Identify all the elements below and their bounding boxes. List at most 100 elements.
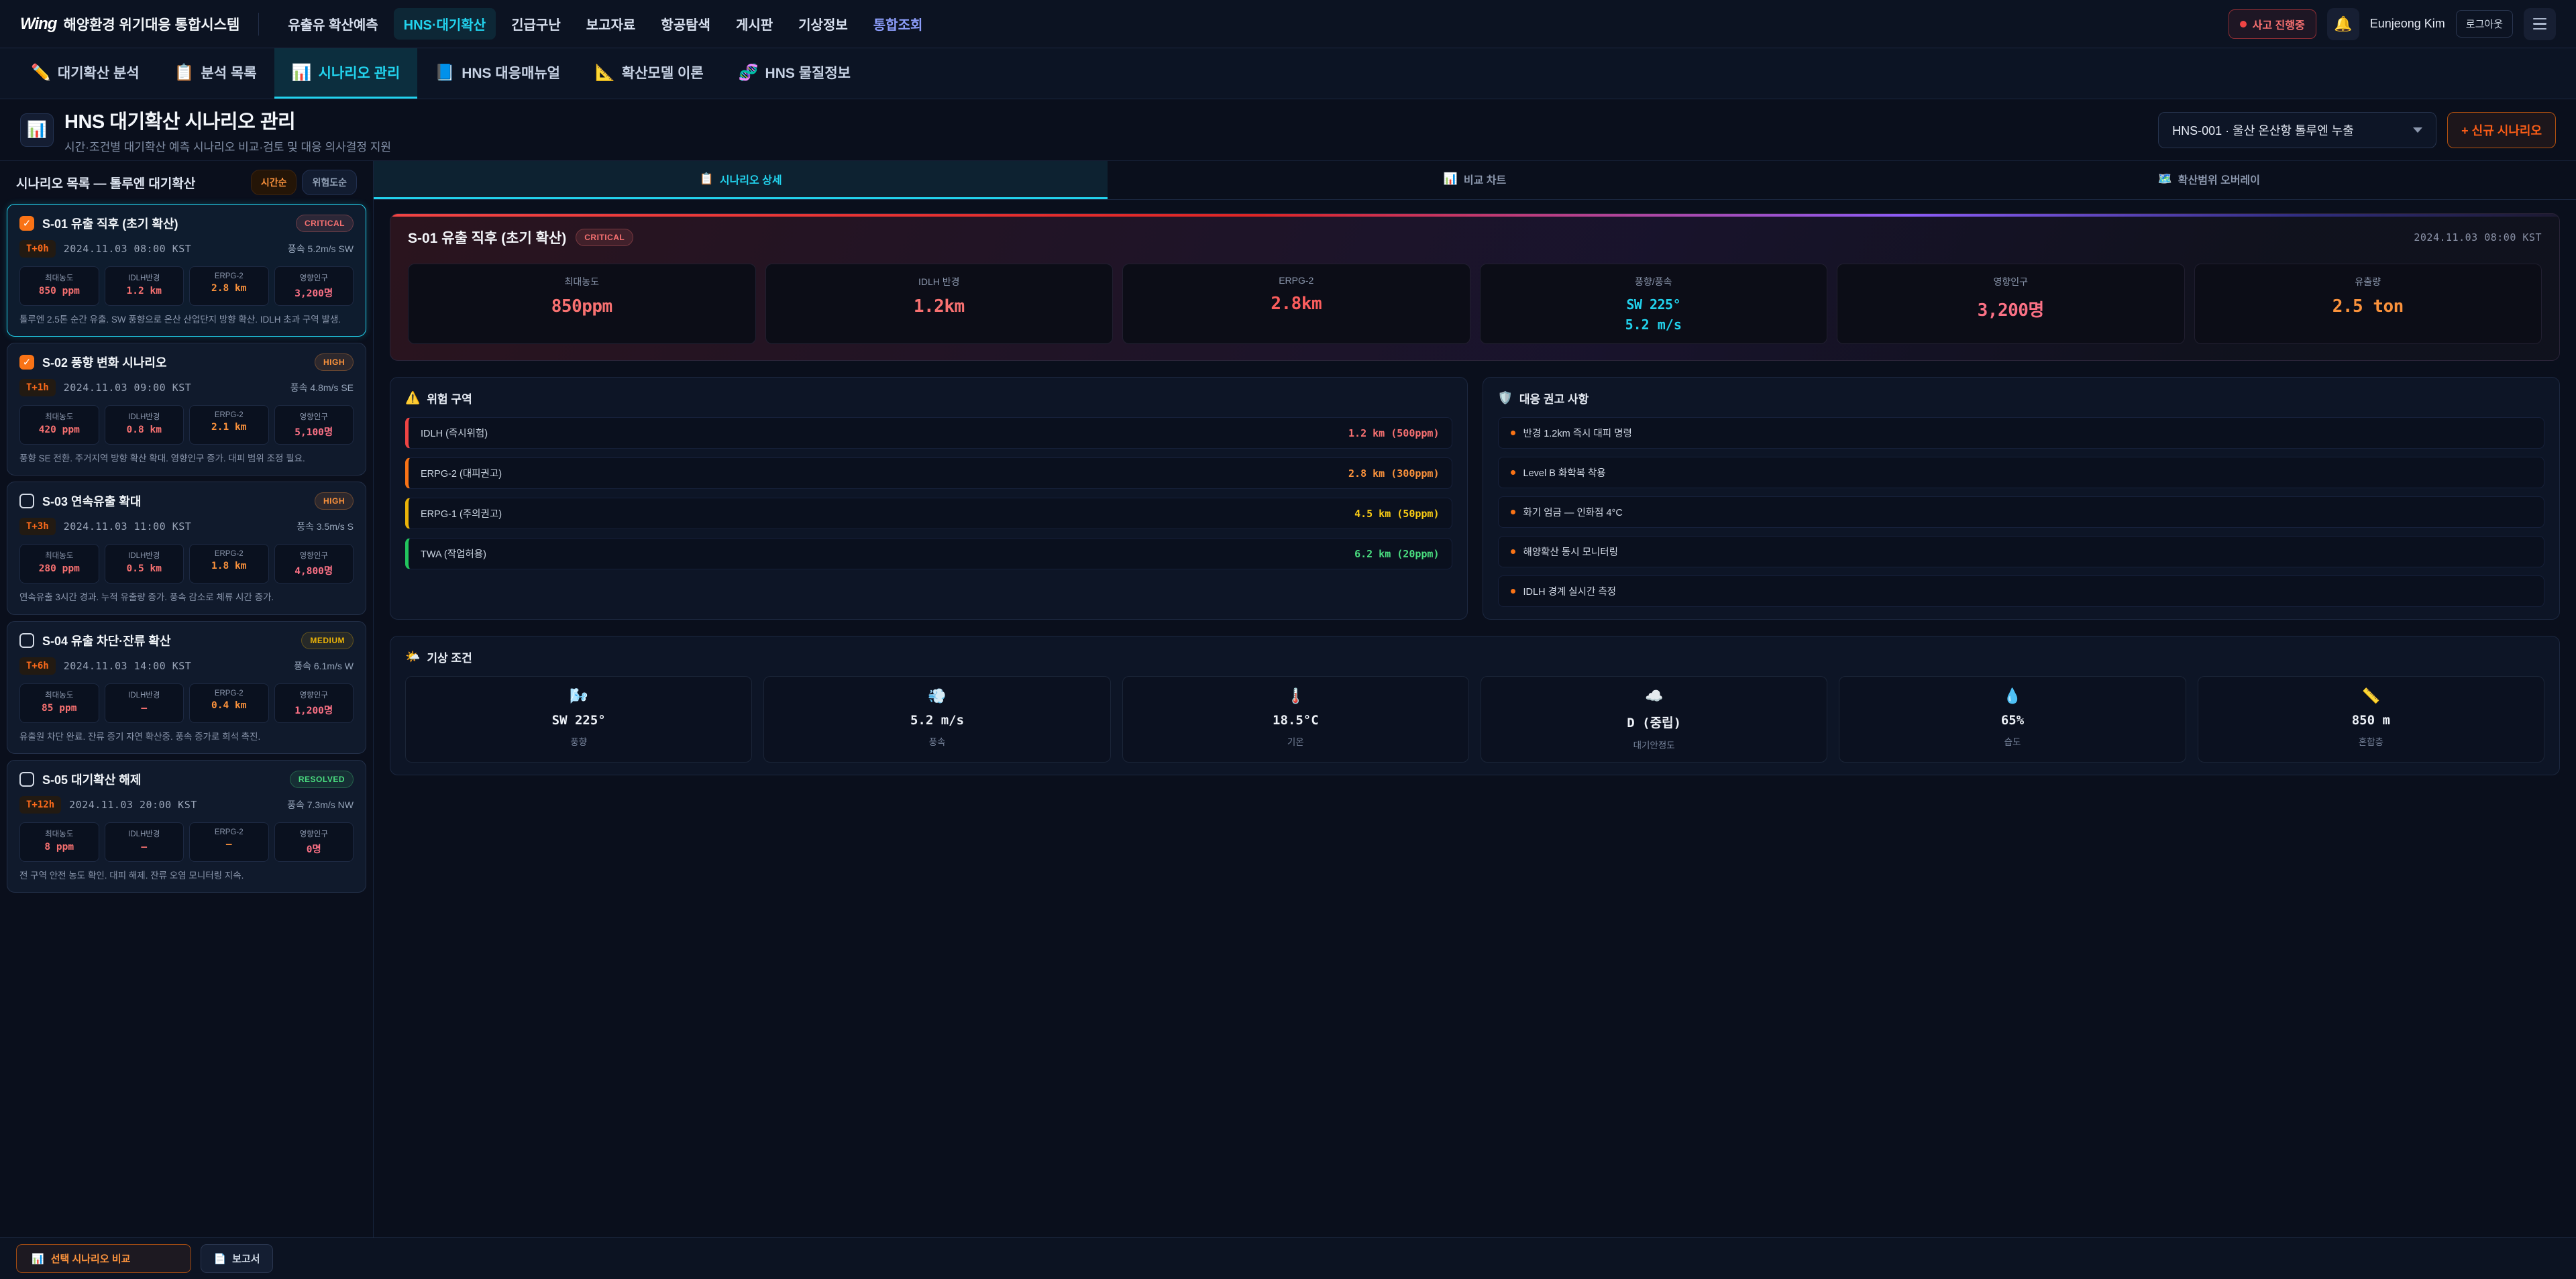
tile-value: 2.8km [1130,294,1463,314]
nav-item-weather[interactable]: 기상정보 [788,8,858,40]
stat-max-concentration: 최대농도 8 ppm [19,822,99,862]
menu-button[interactable] [2524,8,2556,40]
scenario-timestamp: 2024.11.03 09:00 KST [64,382,192,394]
stat-erpg2: ERPG-2 1.8 km [189,544,269,583]
nav-item-reports[interactable]: 보고자료 [576,8,646,40]
detail-stat-tiles: 최대농도 850ppm IDLH 반경 1.2km ERPG-2 2.8km [390,254,2559,360]
tab-label: 확산범위 오버레이 [2178,171,2260,187]
nav-item-oil-spill[interactable]: 유출유 확산예측 [278,8,388,40]
tile-label: 풍향/풍속 [1487,275,1821,288]
recommendation-text: 반경 1.2km 즉시 대피 명령 [1523,426,1632,440]
stat-value: – [193,839,266,850]
scenario-card-s01[interactable]: S-01 유출 직후 (초기 확산) CRITICAL T+0h 2024.11… [7,204,366,337]
tile-label: 유출량 [2202,275,2535,288]
notifications-button[interactable]: 🔔 [2327,8,2359,40]
stat-erpg2: ERPG-2 0.4 km [189,683,269,723]
sort-by-time-button[interactable]: 시간순 [251,170,297,195]
stat-value: 1,200명 [278,703,351,717]
nav-item-aerial-search[interactable]: 항공탐색 [651,8,720,40]
report-button[interactable]: 📄 보고서 [201,1244,272,1273]
subtab-model-theory[interactable]: 📐 확산모델 이론 [578,48,721,99]
incident-dot-icon [2240,21,2247,27]
stat-label: IDLH반경 [108,272,181,283]
stat-idlh-radius: IDLH반경 0.8 km [105,405,184,445]
logout-button[interactable]: 로그아웃 [2456,10,2513,38]
nav-item-board[interactable]: 게시판 [726,8,783,40]
scenario-card-s02[interactable]: S-02 풍향 변화 시나리오 HIGH T+1h 2024.11.03 09:… [7,343,366,476]
danger-zones-panel: ⚠️ 위험 구역 IDLH (즉시위험) 1.2 km (500ppm) ERP… [390,377,1468,620]
scenario-checkbox[interactable] [19,772,34,787]
stat-label: 영향인구 [278,411,351,422]
shield-icon: 🛡️ [1498,391,1513,405]
tab-scenario-detail[interactable]: 📋 시나리오 상세 [374,161,1108,199]
sidebar-title: 시나리오 목록 — 톨루엔 대기확산 [16,174,246,192]
nav-item-rescue[interactable]: 긴급구난 [501,8,571,40]
stat-value: 5,100명 [278,425,351,439]
subtab-dispersion-analysis[interactable]: ✏️ 대기확산 분석 [13,48,157,99]
warning-icon: ⚠️ [405,391,420,405]
stat-value: 2.1 km [193,422,266,433]
tab-comparison-chart[interactable]: 📊 비교 차트 [1108,161,1841,199]
scenario-checkbox[interactable] [19,216,34,231]
scenario-card-s03[interactable]: S-03 연속유출 확대 HIGH T+3h 2024.11.03 11:00 … [7,482,366,614]
severity-badge: CRITICAL [576,229,633,246]
scenario-checkbox[interactable] [19,633,34,648]
stat-label: ERPG-2 [193,411,266,419]
bar-chart-icon: 📊 [1444,172,1458,186]
incident-status-badge: 사고 진행중 [2229,9,2316,39]
weather-panel: 🌤️ 기상 조건 🌬️ SW 225° 풍향 💨 5.2 m/s 풍속 [390,636,2560,775]
stat-affected-population: 영향인구 1,200명 [274,683,354,723]
recommendations-panel: 🛡️ 대응 권고 사항 반경 1.2km 즉시 대피 명령 Level B 화학… [1483,377,2561,620]
detail-tabs: 📋 시나리오 상세 📊 비교 차트 🗺️ 확산범위 오버레이 [374,161,2576,200]
detail-content: S-01 유출 직후 (초기 확산) CRITICAL 2024.11.03 0… [374,200,2576,1237]
tab-dispersion-overlay[interactable]: 🗺️ 확산범위 오버레이 [1842,161,2576,199]
scenario-description: 연속유출 3시간 경과. 누적 유출량 증가. 풍속 감소로 체류 시간 증가. [19,592,354,604]
time-offset-badge: T+6h [19,657,56,675]
scenario-card-s04[interactable]: S-04 유출 차단·잔류 확산 MEDIUM T+6h 2024.11.03 … [7,621,366,754]
sort-by-risk-button[interactable]: 위험도순 [302,170,357,195]
wind-info: 풍속 7.3m/s NW [287,798,354,812]
stat-value: 850 ppm [23,286,96,296]
brand-name: 해양환경 위기대응 통합시스템 [63,14,239,34]
stat-label: IDLH반경 [108,828,181,839]
tile-label: IDLH 반경 [773,275,1106,288]
nav-item-integrated-search[interactable]: 통합조회 [863,8,933,40]
weather-card-wind-direction: 🌬️ SW 225° 풍향 [405,676,752,763]
severity-badge: HIGH [315,353,354,371]
subtab-label: HNS 대응매뉴얼 [462,62,560,82]
stat-idlh-radius: IDLH반경 1.2 km [105,266,184,306]
scenario-checkbox[interactable] [19,355,34,370]
new-scenario-button[interactable]: + 신규 시나리오 [2447,112,2556,148]
compare-scenarios-button[interactable]: 📊 선택 시나리오 비교 [16,1244,191,1273]
severity-badge: RESOLVED [290,771,354,788]
stat-value: 280 ppm [23,563,96,574]
scenario-card-s05[interactable]: S-05 대기확산 해제 RESOLVED T+12h 2024.11.03 2… [7,760,366,893]
weather-card-humidity: 💧 65% 습도 [1839,676,2186,763]
cloud-icon: ☁️ [1487,687,1821,705]
wind-gust-icon: 💨 [769,687,1104,705]
subtab-hns-manual[interactable]: 📘 HNS 대응매뉴얼 [417,48,578,99]
panel-title-row: 🛡️ 대응 권고 사항 [1498,390,2545,406]
bullet-icon [1511,431,1515,435]
tile-value-secondary: 5.2 m/s [1487,317,1821,333]
recommendation-text: 화기 엄금 — 인화점 4°C [1523,505,1623,519]
nav-item-hns-dispersion[interactable]: HNS·대기확산 [394,8,496,40]
subtab-analysis-list[interactable]: 📋 분석 목록 [157,48,274,99]
incident-status-label: 사고 진행중 [2253,16,2305,32]
subtab-hns-substance-info[interactable]: 🧬 HNS 물질정보 [721,48,868,99]
stat-erpg2: ERPG-2 2.8 km [189,266,269,306]
scenario-checkbox[interactable] [19,494,34,508]
topnav-right: 사고 진행중 🔔 Eunjeong Kim 로그아웃 [2229,8,2556,40]
weather-card-wind-speed: 💨 5.2 m/s 풍속 [763,676,1110,763]
time-offset-badge: T+3h [19,518,56,535]
tab-label: 비교 차트 [1464,171,1506,187]
zone-value: 1.2 km (500ppm) [1348,427,1439,439]
incident-select[interactable]: HNS-001 · 울산 온산항 톨루엔 누출 [2158,112,2436,148]
stat-value: 8 ppm [23,842,96,852]
stat-value: 0.5 km [108,563,181,574]
page-subtitle: 시간·조건별 대기확산 예측 시나리오 비교·검토 및 대응 의사결정 지원 [64,137,391,154]
recommendation-text: Level B 화학복 착용 [1523,465,1606,480]
stat-value: 0.4 km [193,700,266,711]
subtab-scenario-management[interactable]: 📊 시나리오 관리 [274,48,418,99]
divider [258,13,259,36]
